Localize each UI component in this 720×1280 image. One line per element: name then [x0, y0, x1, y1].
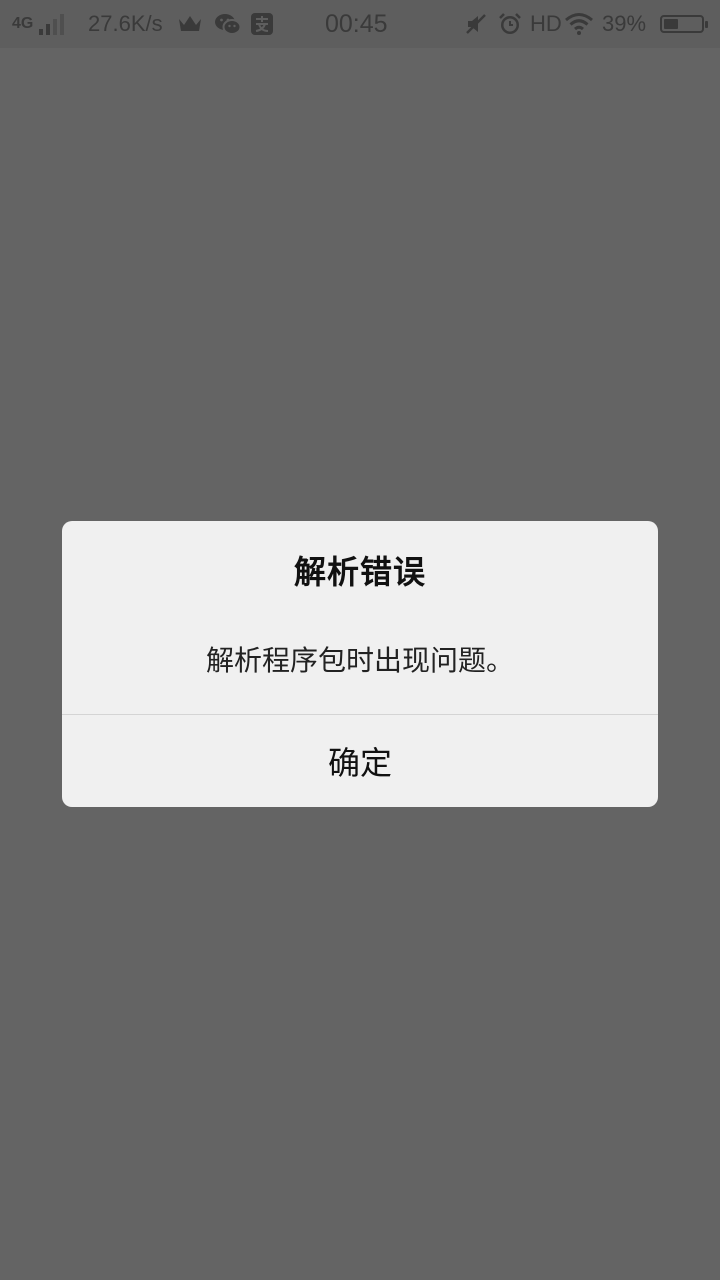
battery-icon	[660, 0, 708, 48]
network-indicator: 4G	[12, 0, 65, 48]
battery-percent: 39%	[602, 0, 646, 48]
error-dialog: 解析错误 解析程序包时出现问题。 确定	[62, 521, 658, 807]
alarm-icon	[498, 0, 522, 48]
hd-text: HD	[530, 11, 562, 36]
dialog-title: 解析错误	[293, 553, 426, 591]
dialog-message: 解析程序包时出现问题。	[205, 644, 514, 677]
confirm-button[interactable]: 确定	[62, 715, 658, 807]
signal-icon	[39, 13, 65, 35]
wifi-icon	[564, 0, 594, 48]
alipay-icon	[250, 0, 274, 48]
battery-fill	[664, 19, 678, 29]
network-speed: 27.6K/s	[88, 0, 163, 48]
battery-percent-text: 39%	[602, 11, 647, 36]
mute-icon	[464, 0, 488, 48]
network-speed-text: 27.6K/s	[88, 11, 163, 36]
hd-indicator: HD	[530, 0, 562, 48]
status-bar: 4G 27.6K/s 00:45 HD 39%	[0, 0, 720, 48]
wechat-icon	[214, 0, 242, 48]
time-text: 00:45	[325, 9, 388, 38]
clock: 00:45	[325, 0, 388, 48]
crown-icon	[176, 0, 204, 48]
network-type: 4G	[12, 15, 34, 32]
